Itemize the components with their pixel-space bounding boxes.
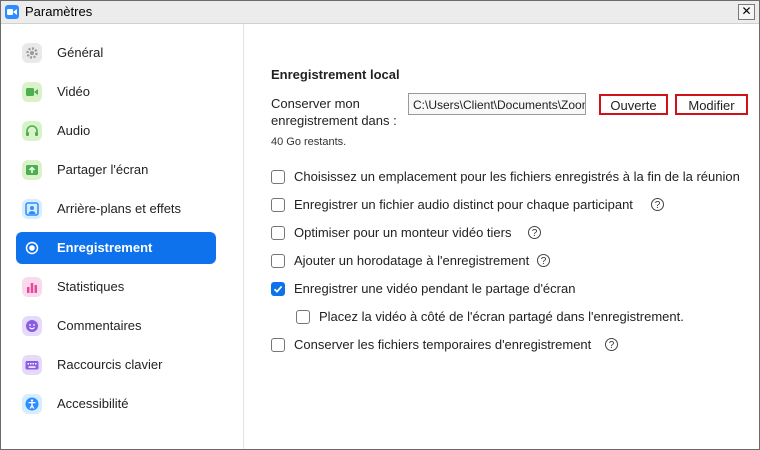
gear-icon (22, 43, 42, 63)
option-separate-audio[interactable]: Enregistrer un fichier audio distinct po… (271, 196, 751, 216)
option-optimize-third-party-editor[interactable]: Optimiser pour un monteur vidéo tiers ? (271, 224, 751, 244)
save-location-field[interactable]: C:\Users\Client\Documents\Zoom (408, 93, 586, 115)
sidebar-item-label: Général (57, 45, 104, 60)
sidebar-item-share-screen[interactable]: Partager l'écran (16, 154, 216, 186)
sidebar-item-video[interactable]: Vidéo (16, 76, 216, 108)
option-keep-temp-files[interactable]: Conserver les fichiers temporaires d'enr… (271, 336, 751, 356)
sidebar-item-label: Audio (57, 123, 91, 138)
share-screen-icon (22, 160, 42, 180)
open-folder-button[interactable]: Ouverte (599, 94, 668, 115)
help-icon[interactable]: ? (651, 198, 664, 211)
checkbox[interactable] (296, 310, 310, 324)
checkbox[interactable] (271, 338, 285, 352)
close-button[interactable]: ✕ (738, 4, 755, 20)
sidebar-item-label: Raccourcis clavier (57, 357, 163, 372)
sidebar-item-accessibility[interactable]: Accessibilité (16, 388, 216, 420)
background-icon (22, 199, 42, 219)
sidebar-item-keyboard-shortcuts[interactable]: Raccourcis clavier (16, 349, 216, 381)
sidebar-item-audio[interactable]: Audio (16, 115, 216, 147)
checkbox[interactable] (271, 198, 285, 212)
headphones-icon (22, 121, 42, 141)
change-folder-button[interactable]: Modifier (675, 94, 748, 115)
option-place-video-next-to-share[interactable]: Placez la vidéo à côté de l'écran partag… (296, 308, 751, 328)
option-add-timestamp[interactable]: Ajouter un horodatage à l'enregistrement… (271, 252, 751, 272)
help-icon[interactable]: ? (605, 338, 618, 351)
feedback-icon (22, 316, 42, 336)
sidebar-item-statistics[interactable]: Statistiques (16, 271, 216, 303)
help-icon[interactable]: ? (537, 254, 550, 267)
option-choose-location[interactable]: Choisissez un emplacement pour les fichi… (271, 168, 751, 188)
checkbox[interactable] (271, 226, 285, 240)
option-label: Choisissez un emplacement pour les fichi… (294, 169, 740, 184)
accessibility-icon (22, 394, 42, 414)
window-title: Paramètres (25, 4, 93, 19)
settings-sidebar: Général Vidéo Audio Partager l'écran Arr… (1, 24, 244, 449)
option-record-during-screen-share[interactable]: Enregistrer une vidéo pendant le partage… (271, 280, 751, 300)
remaining-space-text: 40 Go restants. (271, 136, 347, 148)
sidebar-item-label: Enregistrement (57, 240, 153, 255)
sidebar-item-general[interactable]: Général (16, 37, 216, 69)
settings-window: Paramètres ✕ Général Vidéo Audio Partage… (0, 0, 760, 450)
sidebar-item-label: Statistiques (57, 279, 125, 294)
checkbox[interactable] (271, 170, 285, 184)
checkbox-checked[interactable] (271, 282, 285, 296)
sidebar-item-label: Arrière-plans et effets (57, 201, 182, 216)
checkbox[interactable] (271, 254, 285, 268)
sidebar-item-label: Commentaires (57, 318, 142, 333)
option-label: Placez la vidéo à côté de l'écran partag… (319, 309, 684, 324)
sidebar-item-label: Partager l'écran (57, 162, 149, 177)
option-label: Ajouter un horodatage à l'enregistrement (294, 253, 530, 268)
statistics-icon (22, 277, 42, 297)
sidebar-item-feedback[interactable]: Commentaires (16, 310, 216, 342)
title-bar: Paramètres ✕ (1, 1, 759, 24)
section-title: Enregistrement local (271, 67, 400, 82)
sidebar-item-recording[interactable]: Enregistrement (16, 232, 216, 264)
record-icon (22, 238, 42, 258)
option-label: Conserver les fichiers temporaires d'enr… (294, 337, 592, 352)
sidebar-item-backgrounds[interactable]: Arrière-plans et effets (16, 193, 216, 225)
zoom-app-icon (5, 5, 19, 19)
option-label: Enregistrer une vidéo pendant le partage… (294, 281, 576, 296)
option-label: Optimiser pour un monteur vidéo tiers (294, 225, 512, 240)
option-label: Enregistrer un fichier audio distinct po… (294, 197, 633, 212)
save-location-label: Conserver mon enregistrement dans : (271, 96, 397, 128)
sidebar-item-label: Accessibilité (57, 396, 129, 411)
help-icon[interactable]: ? (528, 226, 541, 239)
video-icon (22, 82, 42, 102)
keyboard-icon (22, 355, 42, 375)
recording-settings-panel: Enregistrement local Conserver mon enreg… (244, 24, 759, 449)
sidebar-item-label: Vidéo (57, 84, 91, 99)
